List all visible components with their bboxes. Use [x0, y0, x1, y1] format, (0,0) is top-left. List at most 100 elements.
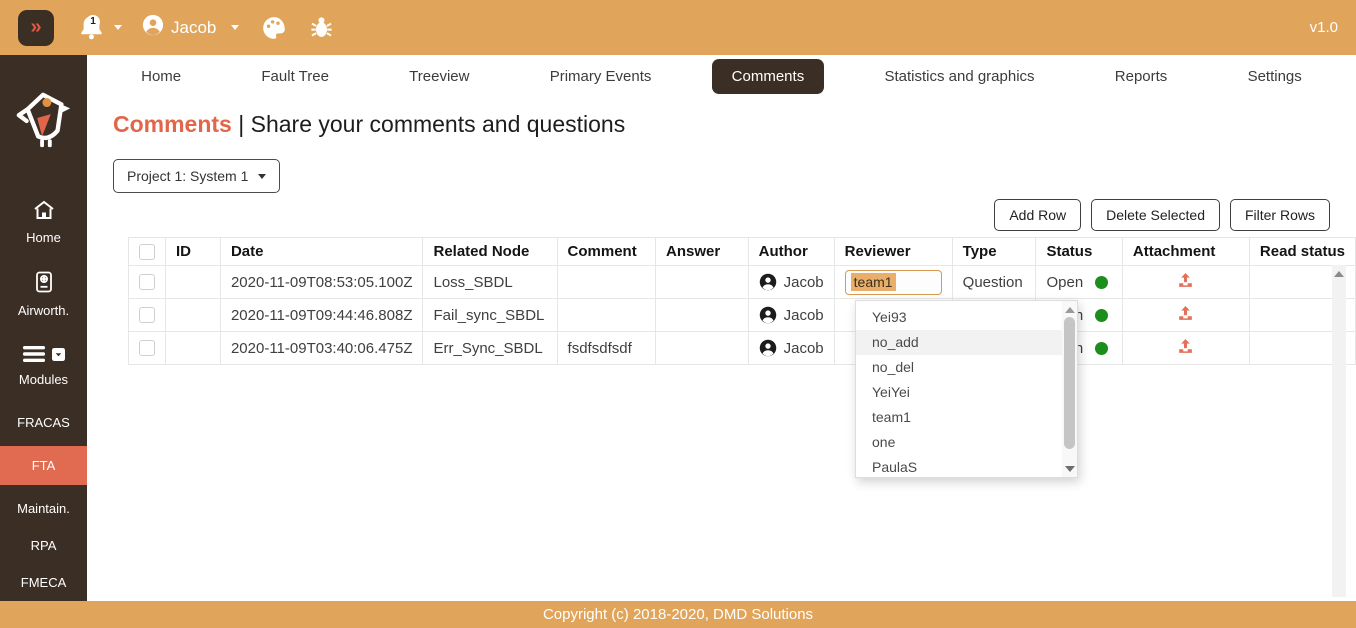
dropdown-option[interactable]: Yei93: [856, 305, 1062, 330]
theme-palette-button[interactable]: [261, 15, 287, 41]
row-checkbox[interactable]: [139, 307, 155, 323]
row-checkbox[interactable]: [139, 340, 155, 356]
dropdown-option[interactable]: no_del: [856, 355, 1062, 380]
tab-statistics[interactable]: Statistics and graphics: [864, 59, 1054, 94]
title-divider: |: [238, 111, 244, 137]
tab-home[interactable]: Home: [121, 59, 201, 94]
cell-answer[interactable]: [656, 266, 749, 299]
col-header-read-status: Read status: [1249, 238, 1355, 266]
col-header-reviewer: Reviewer: [834, 238, 952, 266]
cell-reviewer: team1: [834, 266, 952, 299]
bug-icon: [309, 15, 334, 40]
cell-date: 2020-11-09T08:53:05.100Z: [220, 266, 423, 299]
upload-attachment-button[interactable]: [1176, 277, 1195, 294]
author-name: Jacob: [784, 307, 824, 324]
page-title-row: Comments | Share your comments and quest…: [113, 111, 1356, 138]
notifications-button[interactable]: 1: [78, 13, 106, 43]
sidebar-item-rpa[interactable]: RPA: [0, 538, 87, 553]
cell-related-node: Loss_SBDL: [423, 266, 557, 299]
bird-logo-icon: [14, 87, 74, 151]
cell-comment[interactable]: [557, 299, 655, 332]
tab-fault-tree[interactable]: Fault Tree: [241, 59, 349, 94]
sidebar-item-modules[interactable]: Modules: [0, 344, 87, 387]
reviewer-dropdown: Yei93 no_add no_del YeiYei team1 one Pau…: [855, 300, 1078, 478]
cell-attachment: [1122, 299, 1249, 332]
tab-reports[interactable]: Reports: [1095, 59, 1188, 94]
sidebar-item-fracas[interactable]: FRACAS: [0, 415, 87, 430]
tab-settings[interactable]: Settings: [1228, 59, 1322, 94]
project-chevron-down-icon: [258, 174, 266, 179]
add-row-button[interactable]: Add Row: [994, 199, 1081, 231]
dropdown-option[interactable]: YeiYei: [856, 380, 1062, 405]
sidebar-label-fracas: FRACAS: [17, 415, 70, 430]
sidebar-item-fmeca[interactable]: FMECA: [0, 575, 87, 590]
dropdown-scrollbar[interactable]: [1062, 301, 1077, 477]
passport-globe-icon: [32, 269, 56, 298]
cell-author: Jacob: [748, 299, 834, 332]
sidebar-label-rpa: RPA: [31, 538, 57, 553]
sidebar-item-home[interactable]: Home: [0, 198, 87, 245]
cell-type[interactable]: Question: [952, 266, 1036, 299]
sidebar-item-fta-active[interactable]: FTA: [0, 446, 87, 485]
home-icon: [31, 198, 57, 225]
bell-icon: [78, 29, 105, 46]
scroll-down-icon[interactable]: [1065, 466, 1075, 472]
col-header-attachment: Attachment: [1122, 238, 1249, 266]
cell-status[interactable]: Open: [1036, 266, 1122, 299]
tab-treeview[interactable]: Treeview: [389, 59, 489, 94]
table-scrollbar[interactable]: [1332, 265, 1346, 597]
scroll-up-icon[interactable]: [1334, 271, 1344, 277]
cell-answer[interactable]: [656, 299, 749, 332]
bug-report-button[interactable]: [309, 15, 334, 40]
status-open-dot: [1095, 309, 1108, 322]
cell-date: 2020-11-09T03:40:06.475Z: [220, 332, 423, 365]
upload-attachment-button[interactable]: [1176, 310, 1195, 327]
page-subtitle: Share your comments and questions: [251, 111, 626, 137]
dropdown-option-highlighted[interactable]: no_add: [856, 330, 1062, 355]
upload-attachment-button[interactable]: [1176, 343, 1195, 360]
reviewer-options-list: Yei93 no_add no_del YeiYei team1 one Pau…: [856, 301, 1062, 477]
author-avatar-icon: [759, 339, 777, 357]
dropdown-option[interactable]: one: [856, 430, 1062, 455]
scrollbar-thumb[interactable]: [1064, 317, 1075, 449]
tab-comments[interactable]: Comments: [712, 59, 825, 94]
footer: Copyright (c) 2018-2020, DMD Solutions: [0, 601, 1356, 628]
tab-primary-events[interactable]: Primary Events: [530, 59, 672, 94]
col-header-related-node: Related Node: [423, 238, 557, 266]
sidebar-item-maintain[interactable]: Maintain.: [0, 501, 87, 516]
double-chevron-icon: »: [30, 16, 41, 39]
sidebar-item-airworthiness[interactable]: Airworth.: [0, 269, 87, 318]
app-logo[interactable]: [14, 87, 74, 156]
scroll-up-icon[interactable]: [1065, 307, 1075, 313]
user-avatar-icon: [142, 14, 164, 41]
cell-comment[interactable]: fsdfsdfsdf: [557, 332, 655, 365]
modules-dropdown-icon[interactable]: [52, 348, 65, 364]
cell-answer[interactable]: [656, 332, 749, 365]
project-select-button[interactable]: Project 1: System 1: [113, 159, 280, 193]
hamburger-menu-icon: [22, 344, 46, 367]
dropdown-option[interactable]: team1: [856, 405, 1062, 430]
row-checkbox[interactable]: [139, 274, 155, 290]
author-name: Jacob: [784, 340, 824, 357]
dropdown-option[interactable]: PaulaS: [856, 455, 1062, 477]
user-menu[interactable]: Jacob: [142, 14, 239, 41]
filter-rows-button[interactable]: Filter Rows: [1230, 199, 1330, 231]
sidebar-label-fmeca: FMECA: [21, 575, 67, 590]
col-header-status: Status: [1036, 238, 1122, 266]
sidebar-label-airworthiness: Airworth.: [18, 303, 69, 318]
reviewer-input[interactable]: team1: [845, 270, 942, 295]
comments-table: ID Date Related Node Comment Answer Auth…: [128, 237, 1356, 365]
author-name: Jacob: [784, 274, 824, 291]
comments-table-wrap: ID Date Related Node Comment Answer Auth…: [128, 237, 1356, 365]
status-open-dot: [1095, 342, 1108, 355]
cell-comment[interactable]: [557, 266, 655, 299]
cell-date: 2020-11-09T09:44:46.808Z: [220, 299, 423, 332]
author-avatar-icon: [759, 273, 777, 291]
sidebar-collapse-button[interactable]: »: [18, 10, 54, 46]
delete-selected-button[interactable]: Delete Selected: [1091, 199, 1220, 231]
user-chevron-down-icon: [231, 25, 239, 30]
page-title: Comments: [113, 111, 232, 137]
select-all-checkbox[interactable]: [139, 244, 155, 260]
notifications-chevron-down-icon[interactable]: [114, 25, 122, 30]
upload-icon: [1176, 337, 1195, 356]
